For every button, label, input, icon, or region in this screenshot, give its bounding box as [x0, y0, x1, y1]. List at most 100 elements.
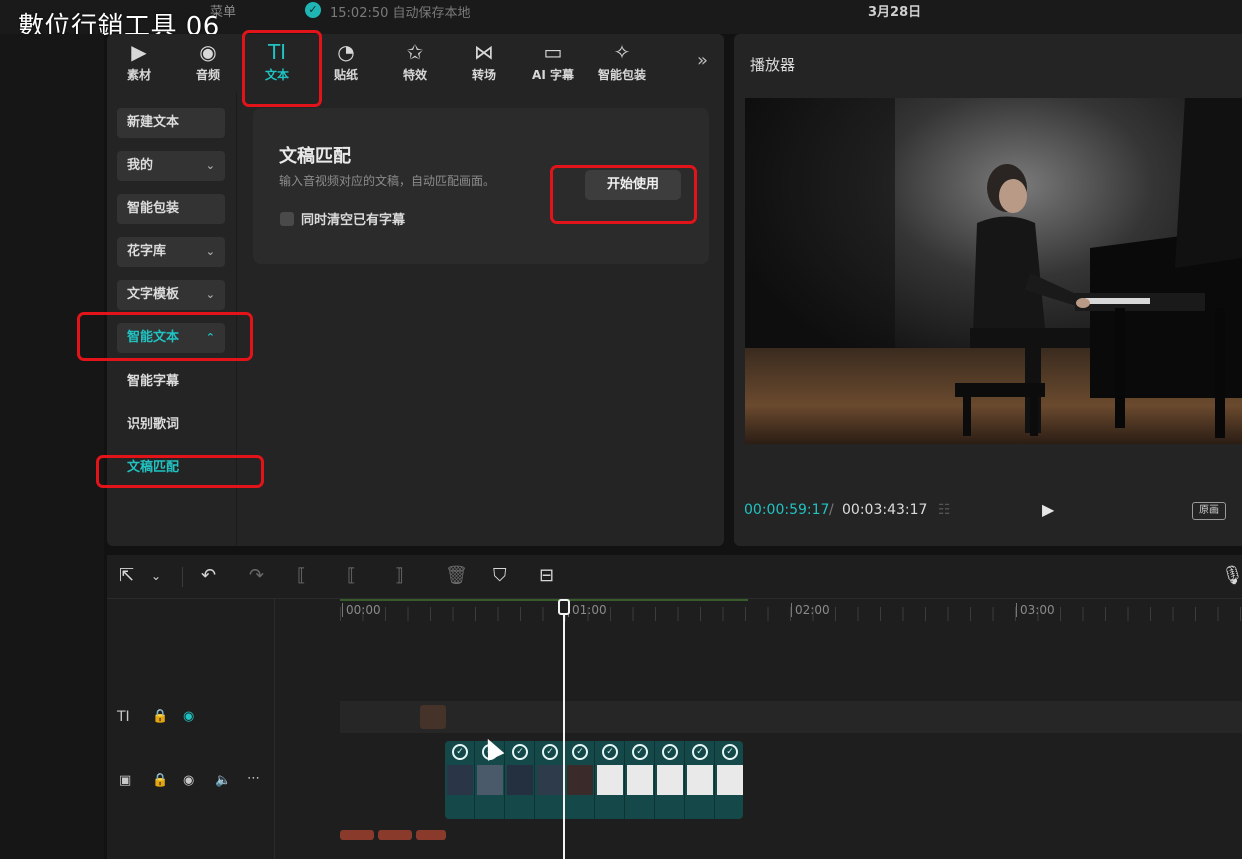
video-preview[interactable] [745, 98, 1242, 444]
tab-ai-subtitle[interactable]: ▭ AI 字幕 [523, 40, 583, 90]
side-item-text-template[interactable]: 文字模板 ⌄ [117, 280, 225, 310]
side-item-fancy-text[interactable]: 花字库 ⌄ [117, 237, 225, 267]
play-icon[interactable]: ▶ [1042, 500, 1054, 519]
lock-icon[interactable]: 🔒 [152, 709, 168, 724]
split-icon[interactable]: ⟦ [297, 565, 306, 586]
playhead-handle[interactable] [558, 599, 570, 615]
toolbar-divider [182, 567, 183, 587]
annotation-text-tab [242, 30, 322, 107]
text-track-icon: TI [117, 709, 130, 725]
tab-label: AI 字幕 [532, 68, 574, 82]
audio-clip[interactable] [416, 830, 446, 840]
save-status: 15:02:50 自动保存本地 [330, 6, 471, 21]
more-options-icon[interactable]: ⋯ [247, 771, 260, 786]
select-cursor-icon[interactable]: ⇱ [119, 565, 134, 586]
date-label: 3月28日 [868, 5, 922, 20]
total-time: 00:03:43:17 [842, 502, 928, 518]
clip-thumbnail [477, 765, 503, 795]
player-title: 播放器 [750, 56, 796, 74]
card-description: 输入音视频对应的文稿，自动匹配画面。 [279, 174, 496, 188]
side-item-label: 文字模板 [127, 287, 180, 302]
redo-icon[interactable]: ↷ [249, 565, 264, 586]
eye-icon[interactable]: ◉ [183, 709, 194, 724]
side-item-new-text[interactable]: 新建文本 [117, 108, 225, 138]
side-item-mine[interactable]: 我的 ⌄ [117, 151, 225, 181]
media-icon: ▶ [131, 40, 147, 64]
tab-media[interactable]: ▶ 素材 [109, 40, 169, 90]
delete-icon[interactable]: 🗑 [445, 565, 468, 586]
clip-thumbnail [627, 765, 653, 795]
tab-smart-pack[interactable]: ✧ 智能包装 [592, 40, 652, 90]
tab-effect[interactable]: ✩ 特效 [385, 40, 445, 90]
clip-thumbnail [687, 765, 713, 795]
annotation-script-match [96, 455, 264, 488]
tool-tabs: ▶ 素材 ◉ 音频 TI 文本 ◔ 贴纸 ✩ 特效 ⋈ 转场 ▭ AI 字幕 ✧ [107, 34, 724, 92]
subtitle-edit-icon[interactable]: ⊟ [539, 565, 554, 586]
video-clip[interactable]: ✓ [595, 741, 625, 819]
video-clip[interactable]: ✓ [655, 741, 685, 819]
save-check-icon: ✓ [305, 2, 321, 18]
tab-label: 贴纸 [333, 68, 358, 82]
side-item-label: 智能字幕 [127, 374, 180, 389]
video-clip[interactable]: ✓ [505, 741, 535, 819]
clip-badge-icon: ✓ [512, 744, 528, 760]
side-item-label: 花字库 [127, 244, 167, 259]
playhead-line[interactable] [563, 599, 565, 859]
lock-icon[interactable]: 🔒 [152, 773, 168, 788]
tab-audio[interactable]: ◉ 音频 [178, 40, 238, 90]
audio-clip[interactable] [340, 830, 374, 840]
clip-badge-icon: ✓ [602, 744, 618, 760]
microphone-icon[interactable]: 🎙 [1221, 565, 1242, 586]
time-ruler[interactable]: 00:00 01:00 02:00 03:00 [340, 599, 1242, 621]
ruler-label: 02:00 [795, 603, 830, 617]
smart-pack-icon: ✧ [613, 40, 631, 64]
annotation-smart-text [77, 312, 253, 361]
video-clip[interactable]: ✓ [715, 741, 743, 819]
clip-badge-icon: ✓ [542, 744, 558, 760]
text-track [340, 701, 1242, 733]
tab-transition[interactable]: ⋈ 转场 [454, 40, 514, 90]
ruler-major-tick [1016, 603, 1017, 617]
video-clip[interactable]: ✓ [685, 741, 715, 819]
split-left-icon[interactable]: ⟦ [347, 565, 356, 586]
chevron-down-icon[interactable]: ⌄ [151, 569, 161, 583]
clip-thumbnail [507, 765, 533, 795]
ratio-button[interactable]: 原画 [1192, 502, 1226, 520]
tab-label: 转场 [471, 68, 496, 82]
clear-subtitles-label: 同时清空已有字幕 [301, 213, 406, 228]
side-item-lyrics[interactable]: 识别歌词 [117, 410, 225, 440]
audio-clip[interactable] [378, 830, 412, 840]
ai-subtitle-icon: ▭ [543, 40, 563, 64]
grid-icon[interactable]: ☷ [938, 502, 968, 520]
clip-thumbnail [597, 765, 623, 795]
video-scene [745, 98, 1242, 444]
clip-thumbnail [447, 765, 473, 795]
undo-icon[interactable]: ↶ [201, 565, 216, 586]
clip-thumbnail [717, 765, 743, 795]
chevron-down-icon: ⌄ [205, 159, 215, 172]
video-clip[interactable]: ✓ [535, 741, 565, 819]
split-right-icon[interactable]: ⟧ [395, 565, 404, 586]
sticker-icon: ◔ [337, 40, 355, 64]
volume-icon[interactable]: 🔈 [215, 773, 231, 788]
text-clip[interactable] [420, 705, 446, 729]
chevron-down-icon: ⌄ [205, 288, 215, 301]
video-clip[interactable]: ✓ [445, 741, 475, 819]
side-item-smart-subtitle[interactable]: 智能字幕 [117, 367, 225, 397]
clip-thumbnail [537, 765, 563, 795]
tab-sticker[interactable]: ◔ 贴纸 [316, 40, 376, 90]
tab-label: 音频 [195, 68, 220, 82]
video-clip[interactable]: ✓ [565, 741, 595, 819]
audio-icon: ◉ [199, 40, 217, 64]
more-tabs-icon[interactable]: » [697, 50, 708, 71]
tab-label: 智能包装 [597, 68, 646, 82]
side-item-label: 新建文本 [127, 115, 180, 130]
clip-badge-icon: ✓ [662, 744, 678, 760]
marker-icon[interactable]: ⛉ [493, 565, 507, 586]
clear-subtitles-checkbox[interactable] [280, 212, 294, 226]
side-item-smart-pack[interactable]: 智能包装 [117, 194, 225, 224]
video-clip[interactable]: ✓ [625, 741, 655, 819]
ruler-label: 03:00 [1020, 603, 1055, 617]
side-item-label: 智能包装 [127, 201, 180, 216]
eye-icon[interactable]: ◉ [183, 773, 194, 788]
